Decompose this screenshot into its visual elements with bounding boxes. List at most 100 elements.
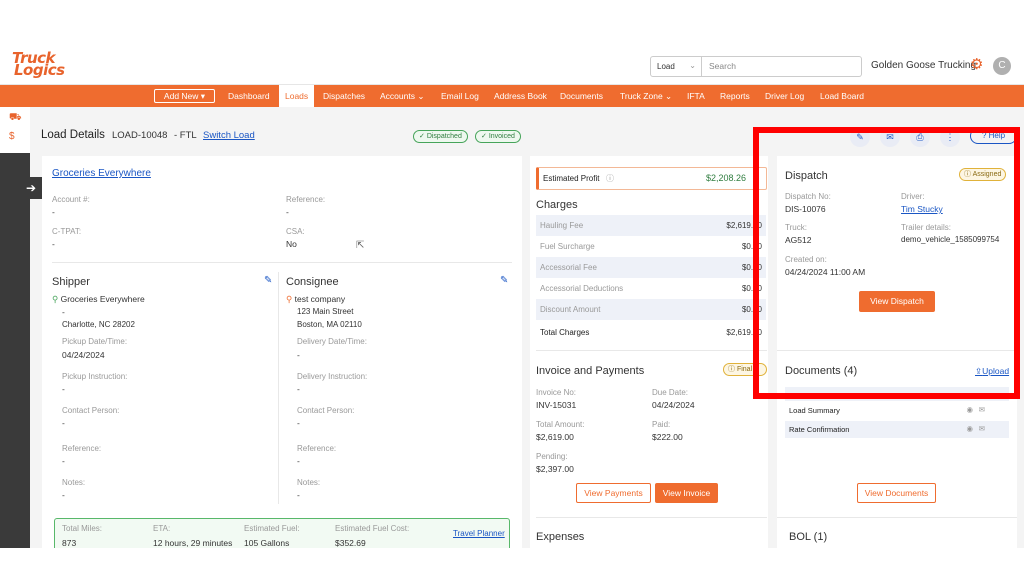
app-window: Truck Logics Load ⌄ Search Golden Goose … — [0, 46, 1024, 548]
consignee-reference-value: - — [297, 456, 300, 466]
shipper-title: Shipper — [52, 276, 90, 288]
document-row[interactable]: Load Summary ◉ ✉ — [785, 402, 1009, 419]
charge-row: Hauling Fee $2,619.00 — [536, 215, 766, 236]
nav-accounts-label: Accounts — [380, 91, 415, 101]
nav-item-loads[interactable]: Loads — [279, 85, 315, 107]
consignee-contact-value: - — [297, 418, 300, 428]
view-payments-button[interactable]: View Payments — [576, 483, 651, 503]
chevron-down-icon: ▾ — [200, 91, 206, 101]
delivery-date-label: Delivery Date/Time: — [297, 337, 367, 346]
charges-title: Charges — [536, 199, 578, 211]
nav-item-reports[interactable]: Reports — [720, 85, 750, 107]
column-divider — [278, 272, 279, 504]
shipper-notes-value: - — [62, 490, 65, 500]
pickup-date-label: Pickup Date/Time: — [62, 337, 128, 346]
gear-icon[interactable]: ⚙ — [970, 57, 986, 73]
profit-label: Estimated Profit — [543, 174, 600, 183]
charge-row: Fuel Surcharge $0.00 — [536, 236, 766, 257]
nav-item-accounts[interactable]: Accounts ⌄ — [380, 85, 424, 107]
highlight-box — [753, 127, 1020, 399]
view-icon[interactable]: ◉ — [966, 424, 973, 433]
csa-value: No — [286, 239, 297, 249]
status-badge-dispatched: ✓ Dispatched — [413, 130, 468, 143]
logo-line-2: Logics — [14, 61, 65, 79]
consignee-notes-value: - — [297, 490, 300, 500]
view-documents-button[interactable]: View Documents — [857, 483, 936, 503]
search-type-select[interactable]: Load ⌄ — [650, 56, 702, 77]
total-charges-label: Total Charges — [540, 328, 590, 337]
view-invoice-button[interactable]: View Invoice — [655, 483, 718, 503]
expand-arrow-icon[interactable]: ➔ — [20, 177, 42, 199]
dollar-icon[interactable]: $ — [9, 131, 15, 142]
shipper-notes-label: Notes: — [62, 478, 86, 487]
nav-item-address-book[interactable]: Address Book — [494, 85, 547, 107]
invoice-no-value: INV-15031 — [536, 400, 577, 410]
add-new-button[interactable]: Add New ▾ — [154, 89, 215, 103]
chevron-down-icon: ⌄ — [689, 61, 696, 70]
document-name: Load Summary — [789, 406, 840, 415]
edit-shipper-icon[interactable]: ✎ — [264, 275, 272, 286]
charge-row: Accessorial Deductions $0.00 — [536, 278, 766, 299]
search-input[interactable]: Search — [702, 56, 862, 77]
top-header: Truck Logics Load ⌄ Search Golden Goose … — [0, 46, 1024, 85]
fuel-cost-label: Estimated Fuel Cost: — [335, 524, 410, 533]
avatar[interactable]: C — [993, 57, 1011, 75]
shipper-contact-value: - — [62, 418, 65, 428]
shipper-name-text: Groceries Everywhere — [60, 294, 145, 304]
nav-item-dispatches[interactable]: Dispatches — [323, 85, 365, 107]
page-title: Load Details — [41, 129, 105, 141]
email-icon[interactable]: ✉ — [979, 424, 985, 433]
delivery-instruction-label: Delivery Instruction: — [297, 372, 368, 381]
nav-truck-zone-label: Truck Zone — [620, 91, 663, 101]
nav-item-documents[interactable]: Documents — [560, 85, 603, 107]
travel-planner-link[interactable]: Travel Planner — [453, 529, 505, 538]
shipper-reference-label: Reference: — [62, 444, 102, 453]
customer-name-link[interactable]: Groceries Everywhere — [52, 168, 151, 179]
nav-item-dashboard[interactable]: Dashboard — [228, 85, 270, 107]
delivery-instruction-value: - — [297, 384, 300, 394]
ctpat-value: - — [52, 239, 55, 249]
left-sidebar — [0, 107, 30, 548]
consignee-name: ⚲ test company — [286, 294, 345, 305]
shipper-name: ⚲ Groceries Everywhere — [52, 294, 145, 305]
pickup-instruction-label: Pickup Instruction: — [62, 372, 128, 381]
consignee-notes-label: Notes: — [297, 478, 321, 487]
info-icon[interactable]: ⓘ — [606, 173, 614, 184]
letterbox-bottom — [0, 548, 1024, 576]
email-icon[interactable]: ✉ — [979, 405, 985, 414]
charge-name: Discount Amount — [540, 305, 601, 314]
csa-label: CSA: — [286, 227, 305, 236]
company-name: Golden Goose Trucking — [871, 60, 977, 71]
estimated-profit-box: Estimated Profit ⓘ $2,208.26 — [536, 167, 767, 190]
edit-consignee-icon[interactable]: ✎ — [500, 275, 508, 286]
nav-item-load-board[interactable]: Load Board — [820, 85, 864, 107]
invoice-no-label: Invoice No: — [536, 388, 577, 397]
nav-item-email-log[interactable]: Email Log — [441, 85, 479, 107]
document-name: Rate Confirmation — [789, 425, 850, 434]
total-charges-row: Total Charges $2,619.00 — [536, 322, 766, 343]
location-pin-icon: ⚲ — [286, 294, 293, 304]
invoice-status-text: Final — [736, 366, 753, 373]
switch-load-link[interactable]: Switch Load — [203, 130, 255, 141]
account-label: Account #: — [52, 195, 90, 204]
shipper-contact-label: Contact Person: — [62, 406, 120, 415]
charge-name: Accessorial Deductions — [540, 284, 624, 293]
cart-icon[interactable]: ⛟ — [9, 112, 22, 125]
add-new-label: Add New — [163, 91, 199, 101]
mouse-cursor-icon: ⇱ — [356, 240, 365, 251]
fuel-cost-value: $352.69 — [335, 538, 366, 548]
nav-item-driver-log[interactable]: Driver Log — [765, 85, 804, 107]
charge-row: Discount Amount $0.00 — [536, 299, 766, 320]
consignee-name-text: test company — [294, 294, 346, 304]
divider — [52, 262, 512, 263]
document-row[interactable]: Rate Confirmation ◉ ✉ — [785, 421, 1009, 438]
reference-label: Reference: — [286, 195, 326, 204]
nav-item-truck-zone[interactable]: Truck Zone ⌄ — [620, 85, 672, 107]
search-placeholder: Search — [709, 61, 736, 71]
app-logo[interactable]: Truck Logics — [12, 51, 82, 80]
view-icon[interactable]: ◉ — [966, 405, 973, 414]
nav-item-ifta[interactable]: IFTA — [687, 85, 705, 107]
consignee-reference-label: Reference: — [297, 444, 337, 453]
fuel-label: Estimated Fuel: — [244, 524, 300, 533]
miles-label: Total Miles: — [62, 524, 103, 533]
